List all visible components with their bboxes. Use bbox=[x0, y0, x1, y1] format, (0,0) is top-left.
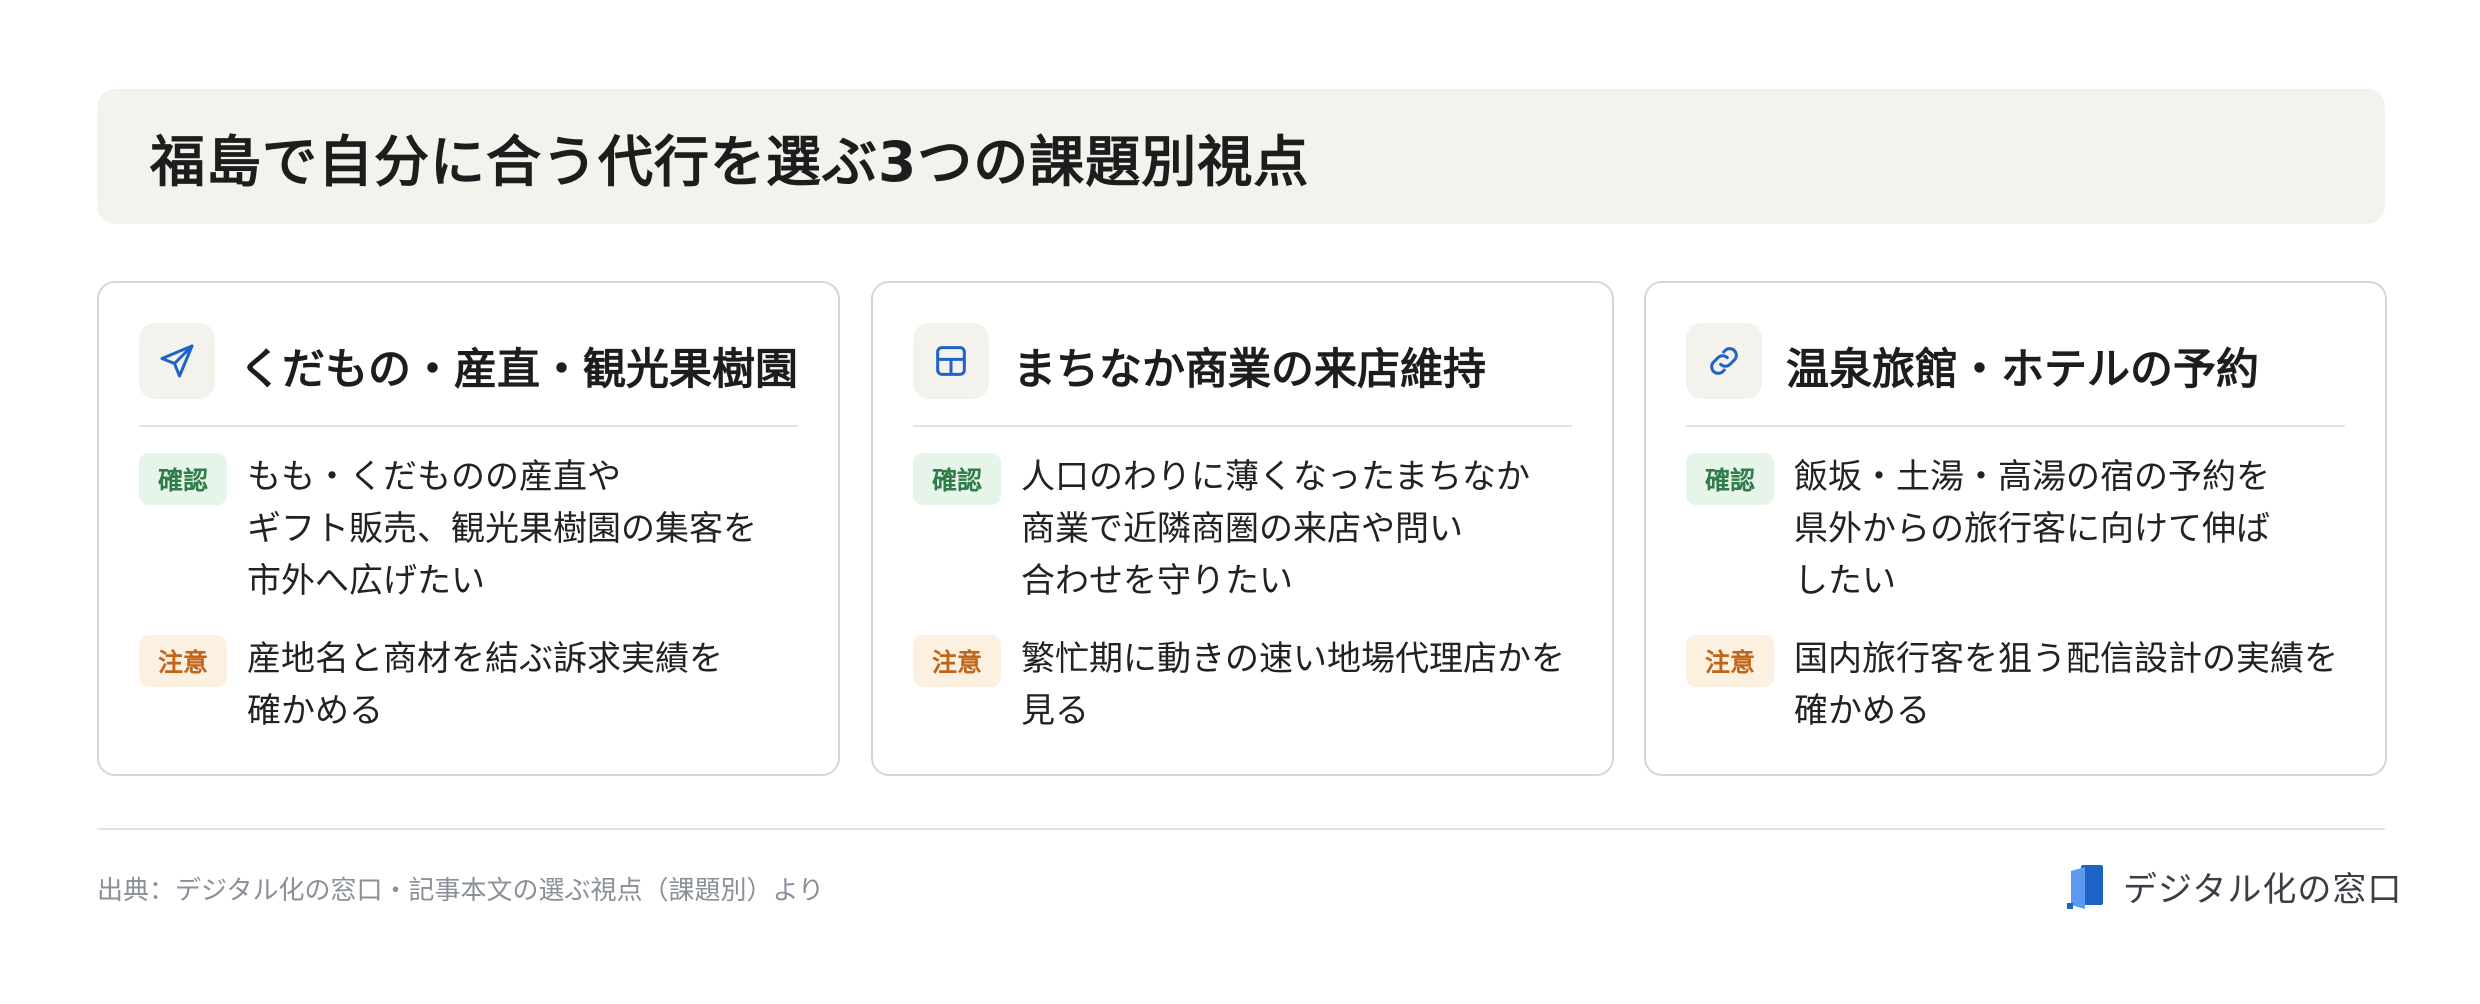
card-downtown: まちなか商業の来店維持 確認 人口のわりに薄くなったまちなか 商業で近隣商圏の来… bbox=[871, 281, 1614, 776]
confirm-badge: 確認 bbox=[913, 453, 1001, 505]
caution-row: 注意 産地名と商材を結ぶ訴求実績を 確かめる bbox=[139, 633, 818, 737]
caution-row: 注意 繁忙期に動きの速い地場代理店かを 見る bbox=[913, 633, 1592, 737]
card-title: 温泉旅館・ホテルの予約 bbox=[1786, 345, 2259, 395]
card-header: くだもの・産直・観光果樹園 bbox=[139, 323, 798, 427]
footer-divider bbox=[97, 828, 2385, 830]
page-title: 福島で自分に合う代行を選ぶ3つの課題別視点 bbox=[150, 129, 1310, 194]
confirm-row: 確認 飯坂・土湯・高湯の宿の予約を 県外からの旅行客に向けて伸ば したい bbox=[1686, 451, 2365, 607]
logo-mark-icon bbox=[2067, 864, 2103, 909]
confirm-badge: 確認 bbox=[1686, 453, 1774, 505]
link-icon bbox=[1686, 323, 1762, 399]
card-onsen: 温泉旅館・ホテルの予約 確認 飯坂・土湯・高湯の宿の予約を 県外からの旅行客に向… bbox=[1644, 281, 2387, 776]
confirm-text: 人口のわりに薄くなったまちなか 商業で近隣商圏の来店や問い 合わせを守りたい bbox=[1021, 457, 1530, 601]
caution-badge: 注意 bbox=[139, 635, 227, 687]
caution-text: 繁忙期に動きの速い地場代理店かを 見る bbox=[1021, 639, 1565, 731]
card-fruit: くだもの・産直・観光果樹園 確認 もも・くだものの産直や ギフト販売、観光果樹園… bbox=[97, 281, 840, 776]
confirm-text: もも・くだものの産直や ギフト販売、観光果樹園の集客を 市外へ広げたい bbox=[247, 457, 757, 601]
grid-icon bbox=[913, 323, 989, 399]
brand-logo: デジタル化の窓口 bbox=[2067, 862, 2402, 911]
confirm-row: 確認 もも・くだものの産直や ギフト販売、観光果樹園の集客を 市外へ広げたい bbox=[139, 451, 818, 607]
caution-row: 注意 国内旅行客を狙う配信設計の実績を 確かめる bbox=[1686, 633, 2365, 737]
title-banner: 福島で自分に合う代行を選ぶ3つの課題別視点 bbox=[97, 89, 2385, 224]
caution-text: 産地名と商材を結ぶ訴求実績を 確かめる bbox=[247, 639, 723, 731]
send-icon bbox=[139, 323, 215, 399]
confirm-badge: 確認 bbox=[139, 453, 227, 505]
logo-text: デジタル化の窓口 bbox=[2123, 870, 2403, 910]
card-header: まちなか商業の来店維持 bbox=[913, 323, 1572, 427]
card-title: まちなか商業の来店維持 bbox=[1013, 345, 1486, 395]
confirm-row: 確認 人口のわりに薄くなったまちなか 商業で近隣商圏の来店や問い 合わせを守りた… bbox=[913, 451, 1592, 607]
card-header: 温泉旅館・ホテルの予約 bbox=[1686, 323, 2345, 427]
card-title: くだもの・産直・観光果樹園 bbox=[239, 345, 798, 395]
confirm-text: 飯坂・土湯・高湯の宿の予約を 県外からの旅行客に向けて伸ば したい bbox=[1794, 457, 2270, 601]
caution-badge: 注意 bbox=[913, 635, 1001, 687]
caution-badge: 注意 bbox=[1686, 635, 1774, 687]
caution-text: 国内旅行客を狙う配信設計の実績を 確かめる bbox=[1794, 639, 2338, 731]
source-note: 出典：デジタル化の窓口・記事本文の選ぶ視点（課題別）より bbox=[97, 876, 824, 906]
